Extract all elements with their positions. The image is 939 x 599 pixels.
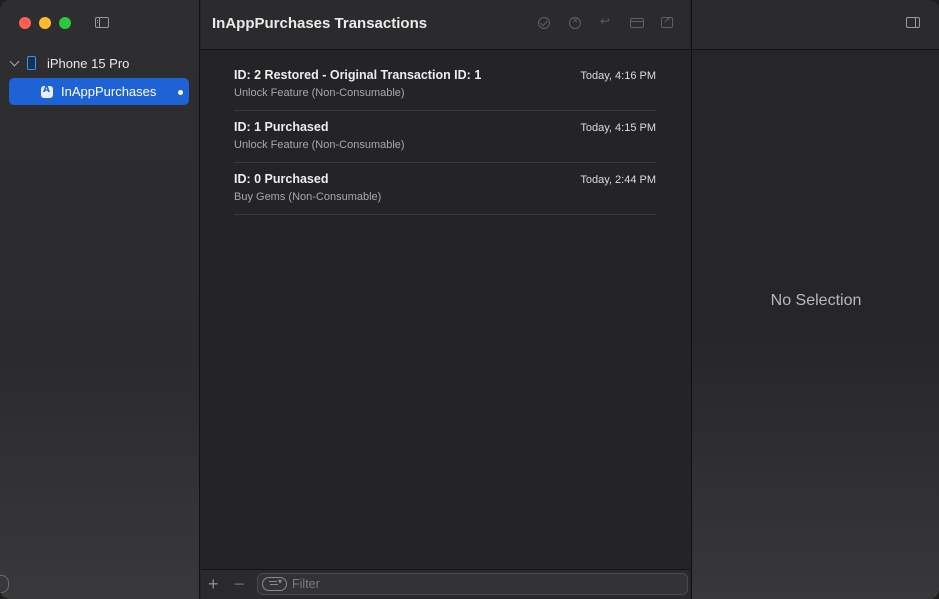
detail-pane: No Selection [691,0,939,599]
filter-input[interactable] [292,576,672,592]
detail-toolbar [692,0,939,50]
transactions-pane: InAppPurchases Transactions ID: 2 Restor… [201,0,690,599]
window-controls [19,17,71,29]
sidebar-toggle-icon[interactable] [95,17,109,28]
transaction-time: Today, 4:15 PM [580,122,656,134]
active-dot-icon [178,90,183,95]
refund-icon[interactable] [600,14,612,29]
share-icon[interactable] [661,15,673,28]
iphone-icon [27,56,36,70]
no-selection-label: No Selection [770,292,862,309]
transaction-time: Today, 2:44 PM [580,174,656,186]
transaction-subtitle: Unlock Feature (Non-Consumable) [234,87,405,99]
inspector-toggle-icon[interactable] [906,17,920,28]
transaction-subtitle: Buy Gems (Non-Consumable) [234,191,382,203]
transaction-subtitle: Unlock Feature (Non-Consumable) [234,139,405,151]
sidebar-item-label: InAppPurchases [61,84,157,99]
sidebar-item-device[interactable]: iPhone 15 Pro [10,54,129,72]
transaction-title: ID: 1 Purchased [234,120,329,134]
minimize-button[interactable] [39,17,51,29]
transaction-time: Today, 4:16 PM [580,70,656,82]
card-icon[interactable] [630,18,644,28]
list-item[interactable]: ID: 0 Purchased Buy Gems (Non-Consumable… [234,163,656,215]
transaction-list: ID: 2 Restored - Original Transaction ID… [234,59,656,215]
list-item[interactable]: ID: 1 Purchased Unlock Feature (Non-Cons… [234,111,656,163]
close-button[interactable] [19,17,31,29]
device-label: iPhone 15 Pro [47,55,130,71]
sidebar: iPhone 15 Pro InAppPurchases [0,0,200,599]
zoom-button[interactable] [59,17,71,29]
remove-button[interactable]: − [234,574,245,594]
approve-icon[interactable] [538,17,550,29]
page-title: InAppPurchases Transactions [212,15,428,32]
sidebar-resize-handle[interactable] [0,575,9,593]
add-button[interactable]: + [208,574,219,594]
decline-icon[interactable] [569,15,581,29]
filter-field[interactable] [257,573,688,595]
toolbar: InAppPurchases Transactions [201,0,690,50]
chevron-down-icon[interactable] [10,58,20,68]
app-store-icon [41,85,53,98]
filter-icon[interactable] [262,577,287,591]
bottom-bar: + − [201,569,690,599]
list-item[interactable]: ID: 2 Restored - Original Transaction ID… [234,59,656,111]
sidebar-item-inapppurchases[interactable]: InAppPurchases [9,78,189,105]
transaction-title: ID: 2 Restored - Original Transaction ID… [234,68,482,82]
transaction-title: ID: 0 Purchased [234,172,329,186]
transaction-manager-window: iPhone 15 Pro InAppPurchases InAppPurcha… [0,0,939,599]
